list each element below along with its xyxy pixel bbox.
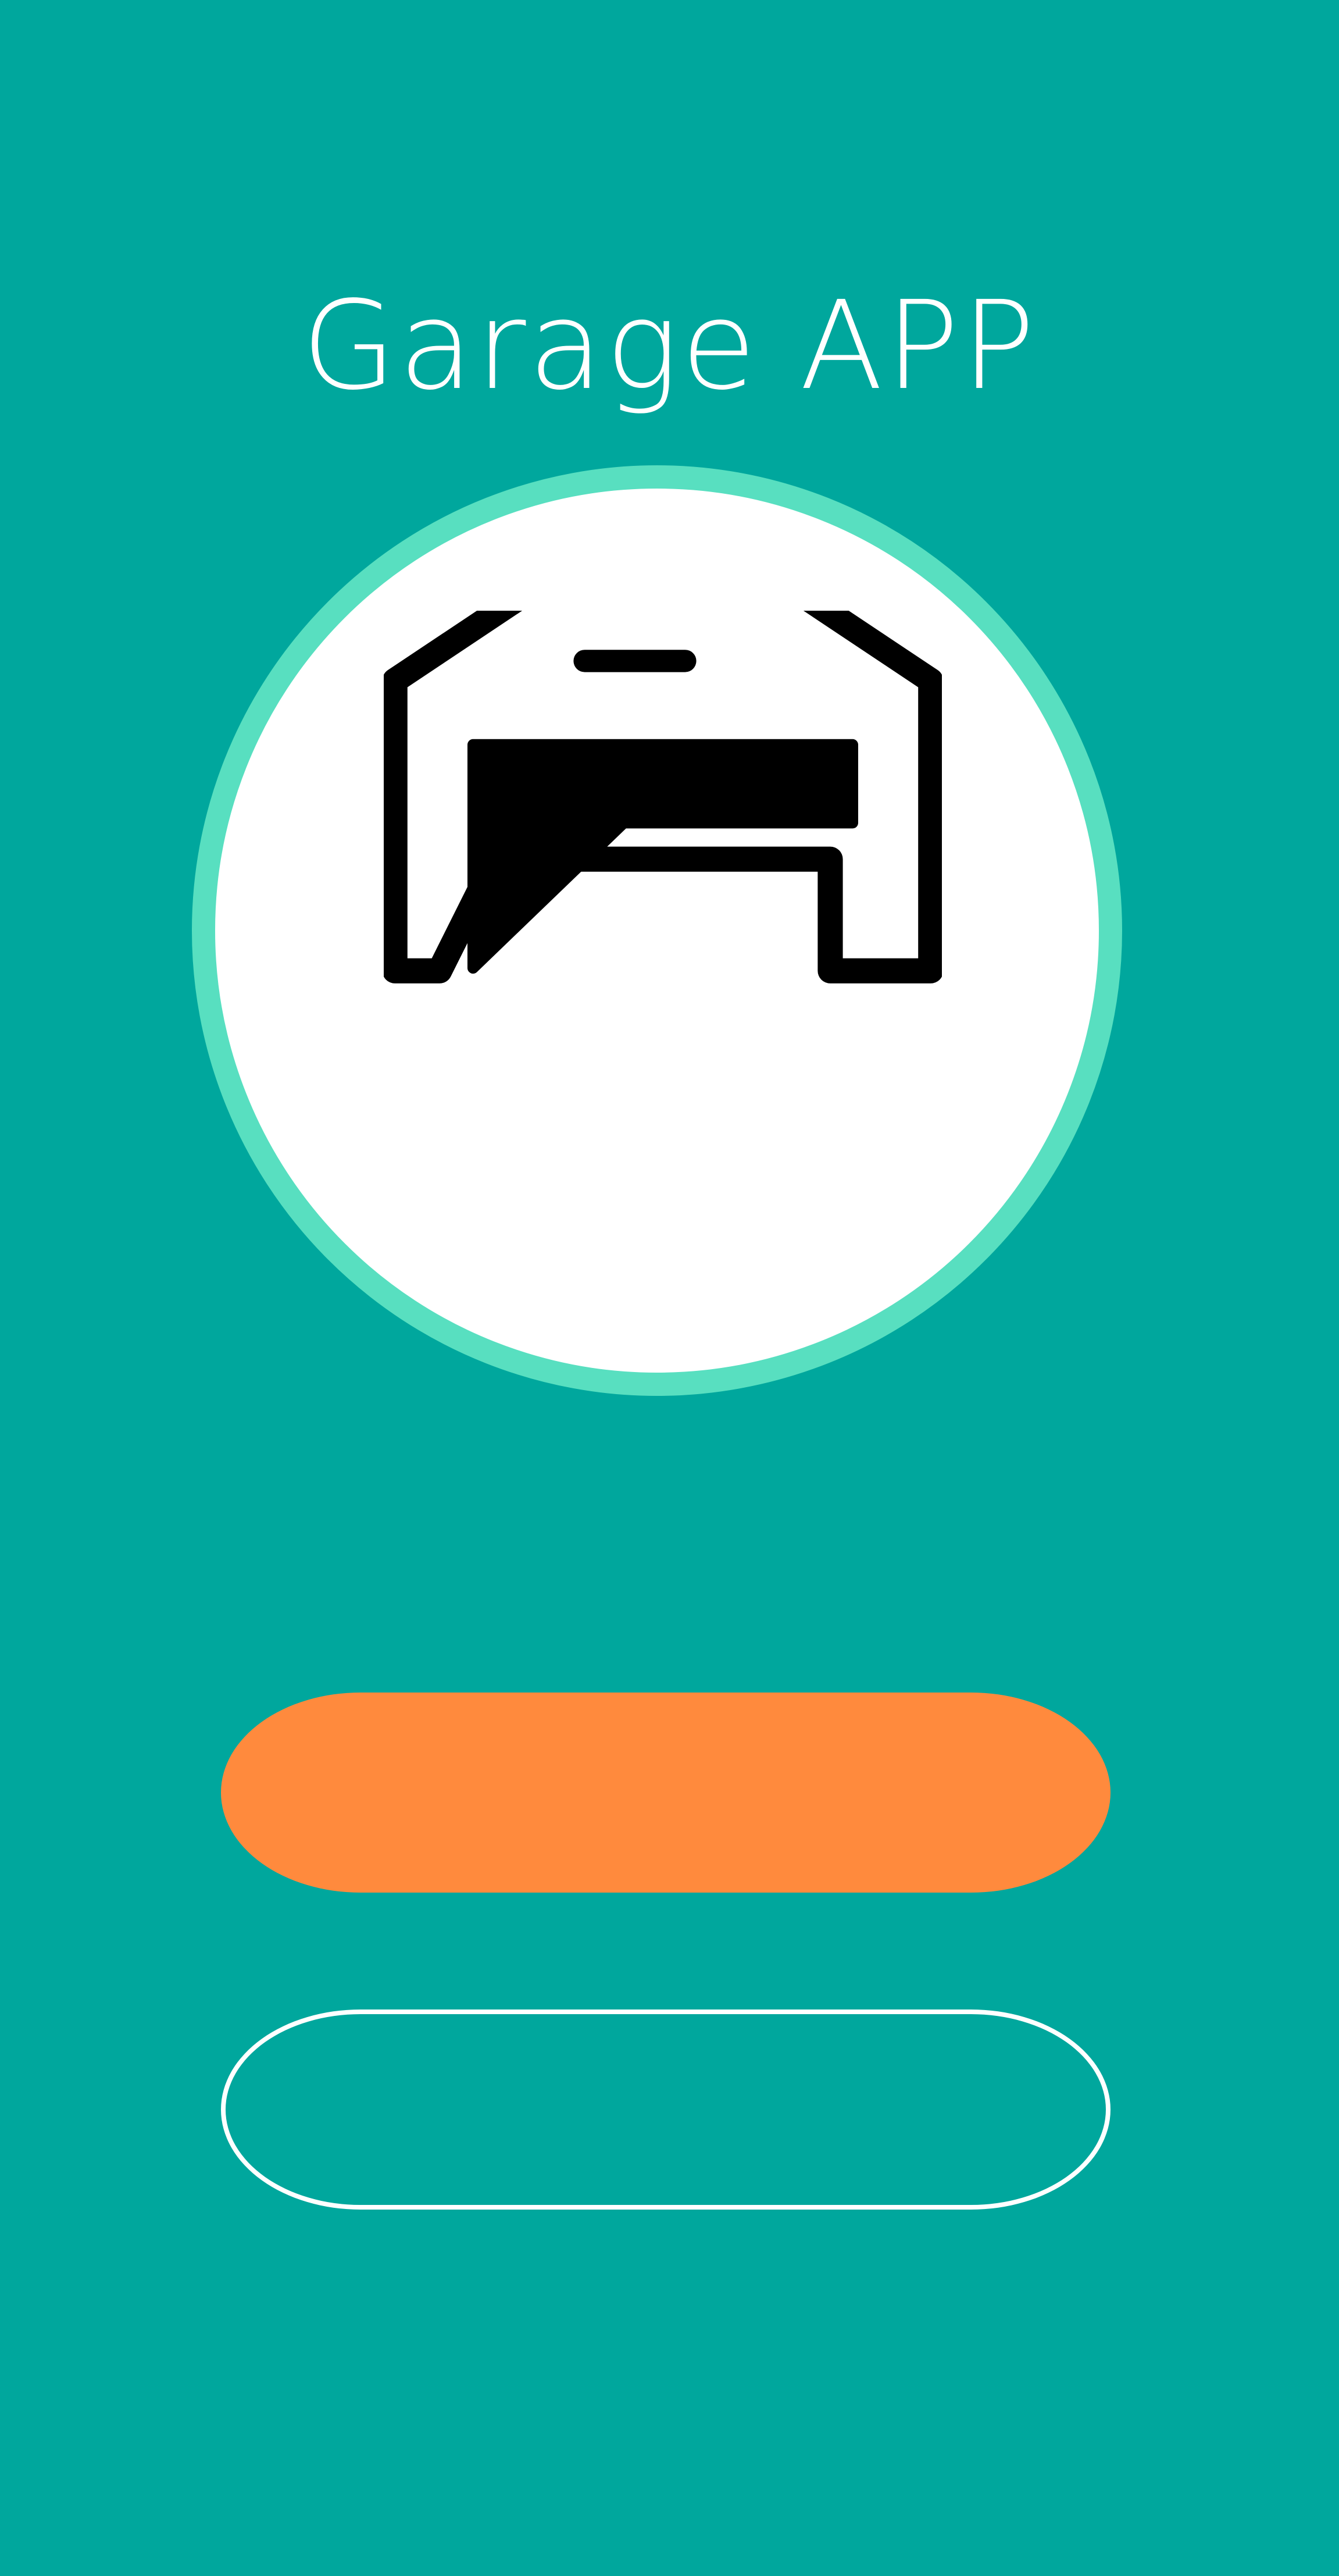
app-title: Garage APP [301, 275, 1038, 417]
secondary-action-button[interactable] [221, 2010, 1111, 2210]
primary-action-button[interactable] [221, 1693, 1111, 1893]
garage-icon [384, 611, 942, 984]
app-screen: Garage APP [0, 0, 1339, 2576]
